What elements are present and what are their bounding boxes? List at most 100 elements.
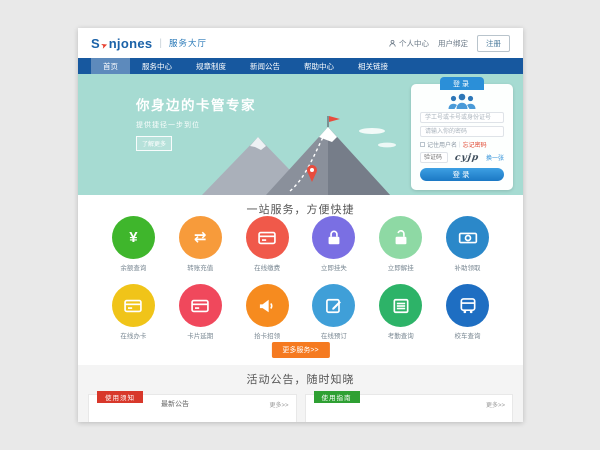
site-name: 服务大厅 — [169, 37, 207, 49]
synjones-logo[interactable]: S ➤ njones — [91, 36, 152, 51]
service-item-subsidy[interactable]: 补助领取 — [434, 216, 501, 272]
service-label: 补助领取 — [455, 262, 481, 272]
announcements-title: 活动公告，随时知晓 — [78, 365, 523, 387]
bus-icon — [458, 296, 478, 316]
service-item-balance[interactable]: ¥ 余额查询 — [100, 216, 167, 272]
yen-icon: ¥ — [129, 230, 137, 245]
remember-divider: | — [459, 142, 461, 148]
service-circle — [179, 284, 222, 327]
forgot-password-link[interactable]: 忘记密码 — [463, 140, 487, 149]
captcha-refresh-link[interactable]: 换一张 — [486, 153, 504, 162]
captcha-image: cyjp — [450, 153, 483, 163]
service-label: 拾卡招领 — [254, 330, 280, 340]
personal-center-label: 个人中心 — [399, 38, 429, 49]
service-item-attendance[interactable]: 考勤查询 — [367, 284, 434, 340]
service-item-card-extension[interactable]: 卡片延期 — [167, 284, 234, 340]
bank-card-icon — [257, 228, 277, 248]
user-binding-link[interactable]: 用户绑定 — [438, 38, 468, 49]
service-circle — [379, 216, 422, 259]
lock-icon — [324, 228, 344, 248]
nav-item-news[interactable]: 新闻公告 — [238, 58, 292, 74]
usage-guide-ribbon[interactable]: 使用指南 — [314, 391, 360, 403]
service-item-online-booking[interactable]: 在线预订 — [300, 284, 367, 340]
service-circle — [112, 284, 155, 327]
bank-card-icon — [123, 296, 143, 316]
service-item-lost-found[interactable]: 拾卡招领 — [234, 284, 301, 340]
banknote-icon — [458, 228, 478, 248]
header-divider: | — [159, 38, 162, 49]
service-item-transfer[interactable]: ⇄ 转账充值 — [167, 216, 234, 272]
remember-row: 记住用户名 | 忘记密码 — [420, 140, 504, 149]
service-item-report-loss[interactable]: 立即挂失 — [300, 216, 367, 272]
services-title: 一站服务，方便快捷 — [78, 195, 523, 217]
transfer-arrows-icon: ⇄ — [194, 230, 207, 245]
service-circle: ¥ — [112, 216, 155, 259]
service-circle — [379, 284, 422, 327]
megaphone-icon — [257, 296, 277, 316]
usage-notice-ribbon[interactable]: 使用须知 — [97, 391, 143, 403]
service-item-school-bus[interactable]: 校车查询 — [434, 284, 501, 340]
site-header: S ➤ njones | 服务大厅 个人中心 用户绑定 注册 — [78, 28, 523, 58]
unlock-icon — [391, 228, 411, 248]
login-tab[interactable]: 登录 — [440, 77, 484, 90]
logo-text: njones — [109, 36, 153, 51]
user-binding-label: 用户绑定 — [438, 38, 468, 49]
hero-title: 你身边的卡管专家 — [136, 94, 256, 114]
services-grid: ¥ 余额查询 ⇄ 转账充值 在线缴费 — [100, 216, 501, 352]
logo-arrow-icon: ➤ — [100, 40, 109, 51]
service-label: 立即挂失 — [321, 262, 347, 272]
service-label: 卡片延期 — [187, 330, 213, 340]
nav-item-links[interactable]: 相关链接 — [346, 58, 400, 74]
remember-checkbox[interactable] — [420, 142, 425, 147]
nav-item-rules[interactable]: 规章制度 — [184, 58, 238, 74]
service-circle — [446, 216, 489, 259]
nav-item-help[interactable]: 帮助中心 — [292, 58, 346, 74]
service-label: 余额查询 — [120, 262, 146, 272]
service-item-online-payment[interactable]: 在线缴费 — [234, 216, 301, 272]
service-circle — [246, 216, 289, 259]
captcha-input[interactable] — [420, 152, 448, 163]
service-label: 转账充值 — [187, 262, 213, 272]
users-group-icon — [445, 93, 479, 109]
person-icon — [388, 39, 397, 48]
service-circle — [312, 216, 355, 259]
service-label: 在线办卡 — [120, 330, 146, 340]
hero-subtitle: 提供捷径一步到位 — [136, 120, 256, 130]
password-input[interactable] — [420, 126, 504, 137]
bank-card-icon — [190, 296, 210, 316]
service-item-unfreeze[interactable]: 立即解挂 — [367, 216, 434, 272]
service-circle: ⇄ — [179, 216, 222, 259]
username-input[interactable] — [420, 112, 504, 123]
service-label: 在线预订 — [321, 330, 347, 340]
notice-panel: 使用须知 最新公告 更多>> — [88, 394, 297, 422]
main-nav: 首页 服务中心 规章制度 新闻公告 帮助中心 相关链接 — [78, 58, 523, 74]
hero-cta-button[interactable]: 了解更多 — [136, 136, 172, 151]
login-submit-button[interactable]: 登录 — [420, 168, 504, 181]
notice-more-link[interactable]: 更多>> — [269, 400, 288, 409]
nav-item-home[interactable]: 首页 — [91, 58, 130, 74]
services-section: 一站服务，方便快捷 ¥ 余额查询 ⇄ 转账充值 — [78, 195, 523, 365]
captcha-row: cyjp 换一张 — [420, 152, 504, 163]
nav-item-service-center[interactable]: 服务中心 — [130, 58, 184, 74]
guide-panel: 使用指南 更多>> — [305, 394, 514, 422]
register-button[interactable]: 注册 — [477, 35, 510, 52]
guide-more-link[interactable]: 更多>> — [486, 400, 505, 409]
service-label: 考勤查询 — [388, 330, 414, 340]
service-item-apply-card[interactable]: 在线办卡 — [100, 284, 167, 340]
announcement-panels: 使用须知 最新公告 更多>> 使用指南 更多>> — [88, 394, 513, 422]
latest-announcements-tab[interactable]: 最新公告 — [161, 399, 189, 409]
service-label: 立即解挂 — [388, 262, 414, 272]
personal-center-link[interactable]: 个人中心 — [388, 38, 429, 49]
service-label: 校车查询 — [455, 330, 481, 340]
attendance-list-icon — [391, 296, 411, 316]
service-label: 在线缴费 — [254, 262, 280, 272]
announcements-section: 活动公告，随时知晓 使用须知 最新公告 更多>> 使用指南 更多>> — [78, 365, 523, 422]
more-services-button[interactable]: 更多服务>> — [271, 342, 329, 358]
logo-text: S — [91, 36, 100, 51]
remember-label: 记住用户名 — [427, 140, 457, 149]
edit-icon — [324, 296, 344, 316]
portal-page: S ➤ njones | 服务大厅 个人中心 用户绑定 注册 首页 服务中心 规… — [78, 28, 523, 422]
header-user-area: 个人中心 用户绑定 注册 — [388, 35, 510, 52]
hero-text: 你身边的卡管专家 提供捷径一步到位 了解更多 — [136, 94, 256, 151]
service-circle — [246, 284, 289, 327]
